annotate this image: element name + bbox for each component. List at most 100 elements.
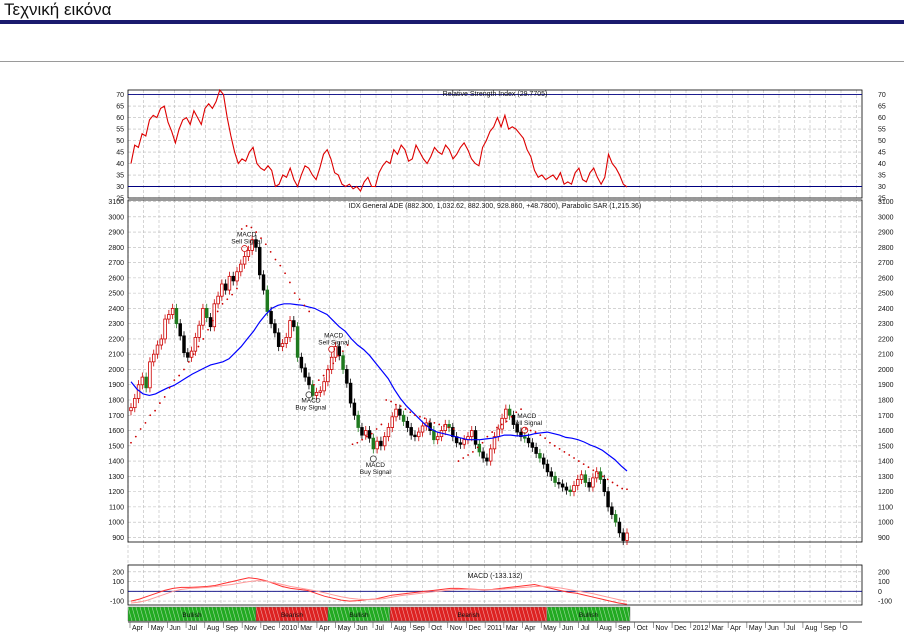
candle-body xyxy=(360,427,364,436)
candle-body xyxy=(545,463,550,473)
rsi-ytick-left: 65 xyxy=(116,104,124,111)
candle-body xyxy=(568,489,572,493)
rsi-ytick-right: 45 xyxy=(878,150,886,157)
candle-body xyxy=(587,482,591,488)
sar-dot xyxy=(500,423,503,426)
candle-body xyxy=(470,430,474,438)
sar-dot xyxy=(317,379,320,382)
trend-band-label: Bearish xyxy=(457,612,479,619)
candle-body xyxy=(295,326,300,358)
macd-annotation-label: MACD xyxy=(301,398,320,405)
candle-body xyxy=(507,408,512,416)
x-tick-label: Apr xyxy=(319,625,331,632)
candle-body xyxy=(129,407,133,412)
macd-annotation-signal: Sell Signal xyxy=(231,238,262,245)
x-axis: Apr May Jun Jul Aug Sep Nov Dec 2010 Mar Apr May Jun… xyxy=(128,621,862,632)
price-ytick-left: 1000 xyxy=(108,520,124,527)
sar-dot xyxy=(284,272,286,275)
candle-body xyxy=(322,381,326,392)
sar-dot xyxy=(438,423,441,426)
candle-body xyxy=(307,376,311,386)
candle-body xyxy=(398,408,402,416)
x-tick-label: Aug xyxy=(394,625,407,632)
sar-dot xyxy=(568,454,571,456)
candle-body xyxy=(606,491,610,508)
candle-body xyxy=(405,420,410,428)
sar-dot xyxy=(178,374,181,377)
candle-body xyxy=(163,318,167,340)
sar-dot xyxy=(419,415,421,418)
sar-dot xyxy=(289,281,291,284)
candle-body xyxy=(526,437,531,444)
candle-body xyxy=(186,352,190,358)
x-tick-label: 2012 xyxy=(693,625,709,632)
candle-body xyxy=(178,323,182,337)
candle-body xyxy=(299,356,304,369)
price-ytick-left: 1300 xyxy=(108,474,124,481)
candle-body xyxy=(204,308,209,318)
price-ytick-left: 1500 xyxy=(108,443,124,450)
macd-annotation-signal: Sell Signal xyxy=(511,420,542,427)
candle-body xyxy=(223,283,228,291)
x-tick-label: Jun xyxy=(562,625,573,632)
candle-body xyxy=(625,532,629,541)
candle-body xyxy=(326,369,330,383)
macd-frame xyxy=(127,564,863,606)
price-ytick-right: 1800 xyxy=(878,398,894,405)
candle-body xyxy=(148,361,152,389)
rsi-ytick-left: 30 xyxy=(116,184,124,191)
price-ytick-left: 1200 xyxy=(108,489,124,496)
sar-dot xyxy=(462,457,465,459)
candle-body xyxy=(432,430,436,441)
rsi-ytick-right: 65 xyxy=(878,104,886,111)
sar-dot xyxy=(226,298,229,301)
candle-body xyxy=(246,249,251,257)
candle-body xyxy=(227,275,232,291)
candle-body xyxy=(591,477,595,488)
candle-body xyxy=(496,428,500,438)
price-ytick-right: 1400 xyxy=(878,459,894,466)
price-frame xyxy=(127,199,863,543)
sar-dot xyxy=(366,435,368,438)
x-tick-label: May xyxy=(338,625,352,632)
sar-dot xyxy=(130,441,132,444)
candle-body xyxy=(364,430,368,436)
rsi-title: Relative Strength Index (29.7705) xyxy=(443,91,548,98)
sar-dot xyxy=(250,226,253,229)
candle-body xyxy=(265,289,270,312)
price-ytick-left: 1400 xyxy=(108,459,124,466)
x-tick-label: Jun xyxy=(356,625,367,632)
price-ytick-right: 2200 xyxy=(878,336,894,343)
rsi-ytick-left: 60 xyxy=(116,115,124,122)
sar-dot xyxy=(279,264,282,267)
macd-ytick-right: 100 xyxy=(878,579,890,586)
sar-dot xyxy=(621,487,624,490)
macd-annotation-signal: Sell Signal xyxy=(318,339,349,346)
sar-dot xyxy=(332,362,335,365)
candle-body xyxy=(170,308,175,315)
candle-body xyxy=(220,283,224,297)
macd-ytick-left: 100 xyxy=(112,579,124,586)
sar-dot xyxy=(481,441,484,444)
macd-ytick-right: 0 xyxy=(878,589,882,596)
macd-annotation-label: MACD xyxy=(237,231,256,238)
candle-body xyxy=(341,355,345,370)
candle-body xyxy=(276,332,281,347)
sar-dot xyxy=(606,478,609,481)
candle-body xyxy=(288,320,292,338)
sar-dot xyxy=(529,429,532,432)
technical-chart: 25 2530 3035 3540 4045 4550 5055 5560 6065 6570 70… xyxy=(108,88,894,632)
price-ytick-left: 2900 xyxy=(108,230,124,237)
candle-body xyxy=(382,436,387,447)
sar-dot xyxy=(264,243,267,246)
candle-body xyxy=(576,479,580,486)
price-ytick-left: 2700 xyxy=(108,260,124,267)
candle-body xyxy=(371,437,376,450)
sar-dot xyxy=(428,420,431,423)
sar-dot xyxy=(207,328,209,331)
candle-body xyxy=(420,425,425,433)
candle-body xyxy=(375,440,379,450)
candle-body xyxy=(401,414,406,422)
candle-body xyxy=(488,448,493,462)
x-tick-label: Mar xyxy=(300,625,313,632)
